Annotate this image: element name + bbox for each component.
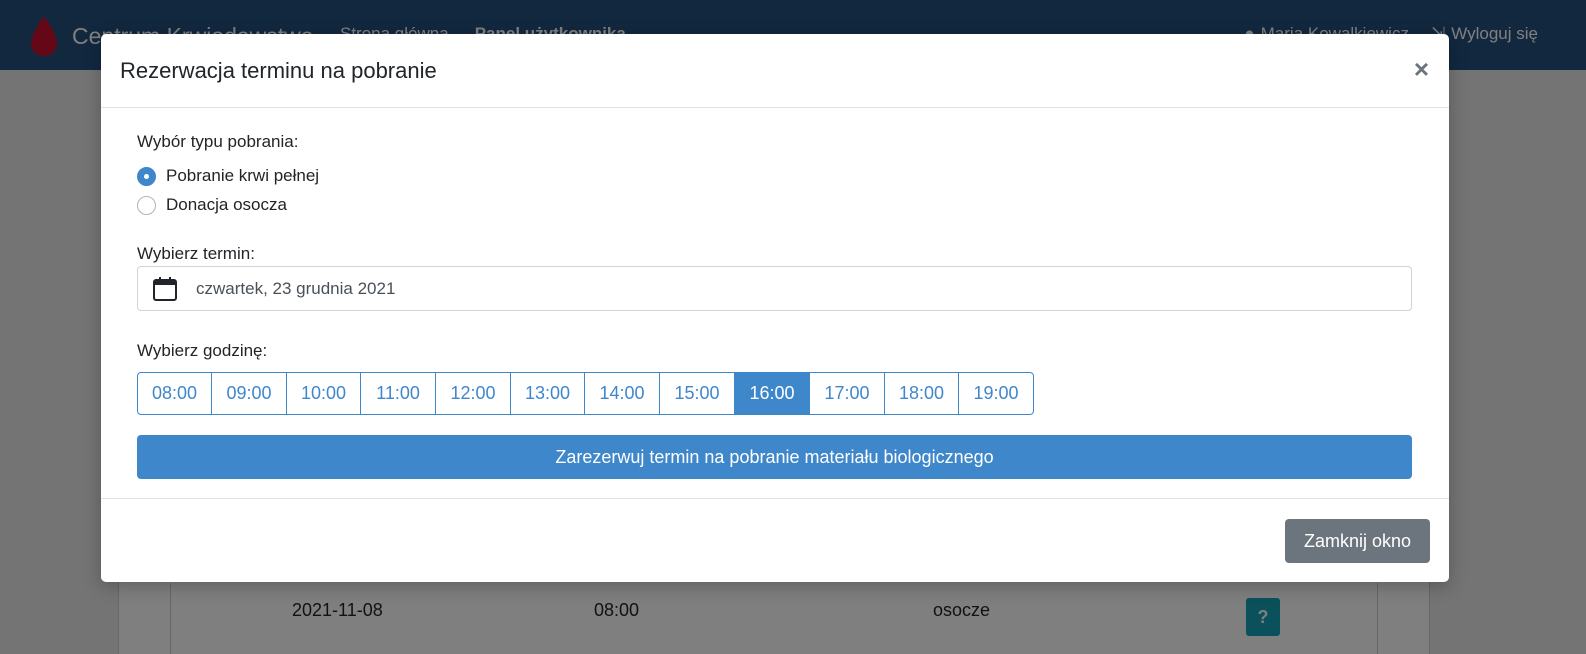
hour-button[interactable]: 13:00 (510, 372, 585, 415)
hour-button[interactable]: 14:00 (584, 372, 660, 415)
hour-button-group: 08:00 09:00 10:00 11:00 12:00 13:00 14:0… (137, 372, 1034, 415)
date-value: czwartek, 23 grudnia 2021 (196, 278, 396, 298)
close-window-button[interactable]: Zamknij okno (1285, 519, 1430, 563)
hour-button[interactable]: 08:00 (137, 372, 212, 415)
radio-label[interactable]: Pobranie krwi pełnej (166, 166, 319, 186)
date-picker-field[interactable]: czwartek, 23 grudnia 2021 (137, 266, 1412, 311)
hour-button[interactable]: 17:00 (809, 372, 885, 415)
calendar-icon[interactable] (152, 276, 178, 302)
hour-button[interactable]: 10:00 (286, 372, 361, 415)
close-icon[interactable]: × (1414, 56, 1429, 82)
hour-button-selected[interactable]: 16:00 (734, 372, 810, 415)
hour-button[interactable]: 15:00 (659, 372, 735, 415)
hour-button[interactable]: 12:00 (435, 372, 511, 415)
radio-button[interactable] (137, 195, 156, 215)
radio-label[interactable]: Donacja osocza (166, 195, 287, 215)
hour-button[interactable]: 11:00 (360, 372, 436, 415)
hour-button[interactable]: 19:00 (958, 372, 1034, 415)
modal-footer: Zamknij okno (101, 498, 1449, 582)
donation-type-label: Wybór typu pobrania: (137, 132, 299, 151)
modal-title: Rezerwacja terminu na pobranie (120, 58, 437, 83)
reservation-modal: Rezerwacja terminu na pobranie × Wybór t… (101, 34, 1449, 582)
reserve-button[interactable]: Zarezerwuj termin na pobranie materiału … (137, 435, 1412, 479)
modal-header: Rezerwacja terminu na pobranie × (101, 34, 1449, 108)
radio-button-checked[interactable] (137, 166, 156, 186)
radio-whole-blood[interactable]: Pobranie krwi pełnej (137, 166, 319, 186)
date-label: Wybierz termin: (137, 244, 255, 263)
radio-plasma[interactable]: Donacja osocza (137, 195, 287, 215)
hour-label: Wybierz godzinę: (137, 341, 268, 360)
hour-button[interactable]: 09:00 (211, 372, 287, 415)
hour-button[interactable]: 18:00 (884, 372, 959, 415)
